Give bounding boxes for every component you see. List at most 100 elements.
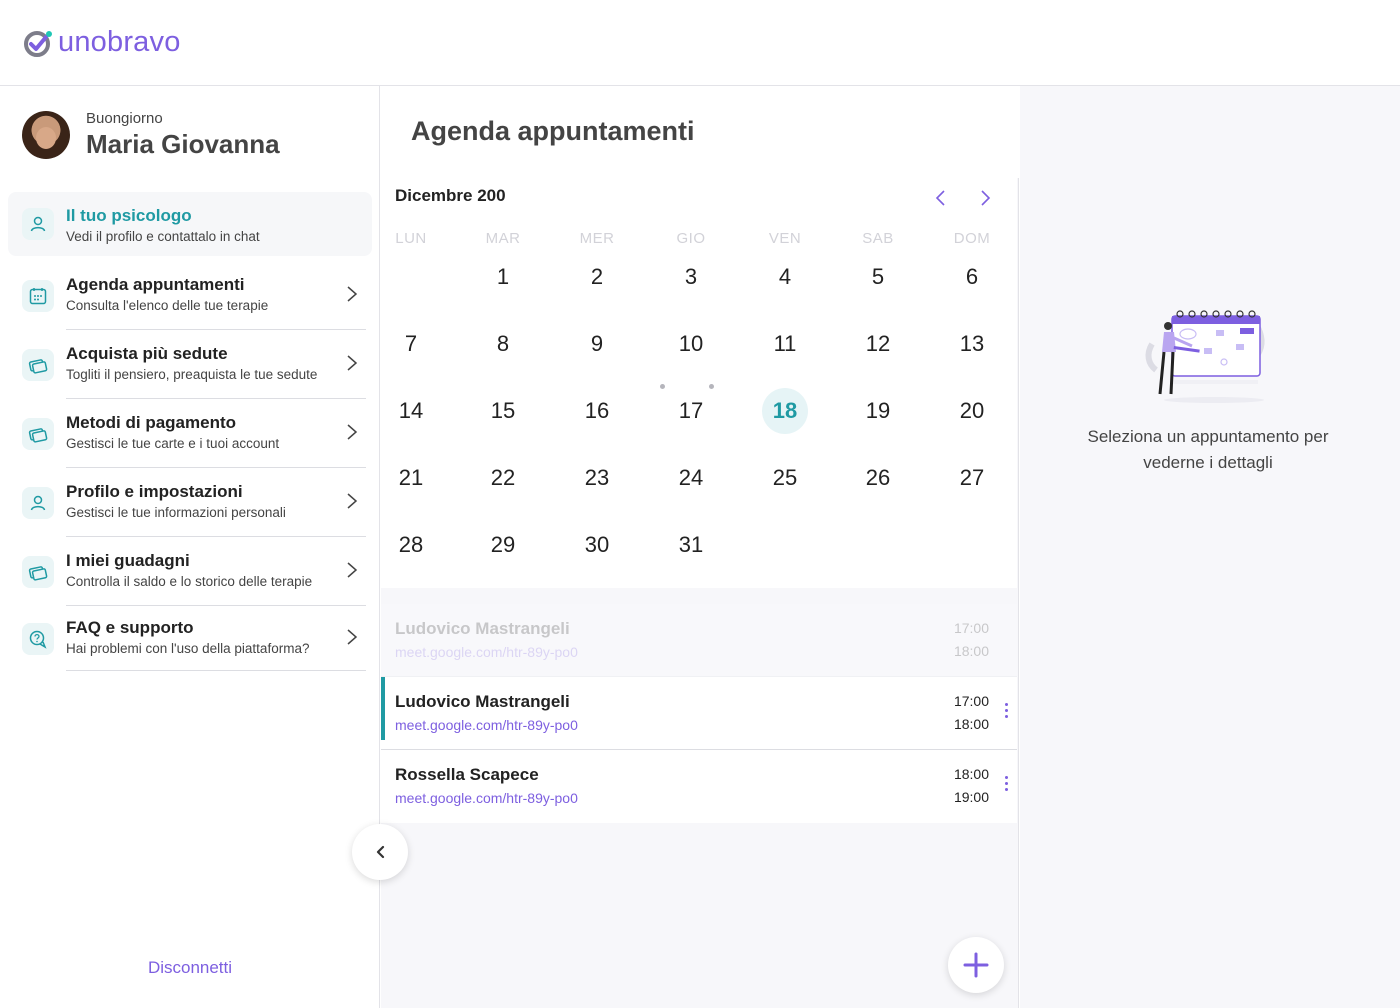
- avatar: [22, 111, 70, 159]
- logout-link[interactable]: Disconnetti: [0, 958, 380, 978]
- appointment-start-time: 17:00: [953, 693, 989, 709]
- sidebar-menu: Il tuo psicologo Vedi il profilo e conta…: [8, 192, 372, 671]
- appointment-end-time: 18:00: [953, 643, 989, 659]
- calendar-day-19[interactable]: 19: [855, 388, 901, 434]
- calendar-day-14[interactable]: 14: [388, 388, 434, 434]
- calendar-day-7[interactable]: 7: [388, 321, 434, 367]
- calendar-day-28[interactable]: 28: [388, 522, 434, 568]
- sidebar: Buongiorno Maria Giovanna Il tuo psicolo…: [0, 86, 380, 1008]
- calendar-day-20[interactable]: 20: [949, 388, 995, 434]
- calendar-day-17[interactable]: 17: [668, 388, 714, 434]
- appointment-item-selected[interactable]: Ludovico Mastrangeli meet.google.com/htr…: [381, 677, 1017, 750]
- sidebar-item-title: I miei guadagni: [66, 551, 190, 570]
- calendar-day-26[interactable]: 26: [855, 455, 901, 501]
- sidebar-item-guadagni[interactable]: I miei guadagni Controlla il saldo e lo …: [8, 537, 372, 606]
- sidebar-item-pagamento[interactable]: Metodi di pagamento Gestisci le tue cart…: [8, 399, 372, 468]
- weekday-label: MAR: [485, 230, 521, 247]
- appointment-link[interactable]: meet.google.com/htr-89y-po0: [395, 717, 578, 733]
- appointment-item[interactable]: Ludovico Mastrangeli meet.google.com/htr…: [381, 604, 1017, 677]
- appointment-link[interactable]: meet.google.com/htr-89y-po0: [395, 790, 578, 806]
- sidebar-item-subtitle: Gestisci le tue carte e i tuoi account: [66, 436, 280, 451]
- calendar-day-29[interactable]: 29: [480, 522, 526, 568]
- person-icon: [22, 486, 54, 519]
- sidebar-item-profilo[interactable]: Profilo e impostazioni Gestisci le tue i…: [8, 468, 372, 537]
- calendar: Dicembre 200 LUN MAR MER GIO VEN SAB DOM 12345…: [381, 178, 1017, 588]
- appointment-item[interactable]: Rossella Scapece meet.google.com/htr-89y…: [381, 750, 1017, 823]
- sidebar-item-title: FAQ e supporto: [66, 618, 194, 637]
- sidebar-item-subtitle: Controlla il saldo e lo storico delle te…: [66, 574, 313, 589]
- sidebar-item-faq[interactable]: FAQ e supporto Hai problemi con l'uso de…: [8, 606, 372, 671]
- weekday-label: MER: [579, 230, 615, 247]
- user-name: Maria Giovanna: [86, 129, 280, 159]
- calendar-day-25[interactable]: 25: [762, 455, 808, 501]
- calendar-day-1[interactable]: 1: [480, 254, 526, 300]
- brand-logo[interactable]: unobravo: [22, 26, 181, 59]
- calendar-day-11[interactable]: 11: [762, 321, 808, 367]
- appointment-start-time: 17:00: [953, 620, 989, 636]
- sidebar-item-agenda[interactable]: Agenda appuntamenti Consulta l'elenco de…: [8, 261, 372, 330]
- weekday-label: LUN: [395, 230, 427, 247]
- calendar-day-9[interactable]: 9: [574, 321, 620, 367]
- calendar-day-12[interactable]: 12: [855, 321, 901, 367]
- brand-name: unobravo: [58, 26, 181, 58]
- divider: [66, 670, 366, 671]
- event-dot: [709, 384, 714, 389]
- calendar-day-2[interactable]: 2: [574, 254, 620, 300]
- sidebar-item-acquista[interactable]: Acquista più sedute Togliti il pensiero,…: [8, 330, 372, 399]
- sidebar-item-psicologo[interactable]: Il tuo psicologo Vedi il profilo e conta…: [8, 192, 372, 256]
- cards-icon: [22, 555, 54, 588]
- chevron-right-icon: [347, 493, 358, 509]
- calendar-day-4[interactable]: 4: [762, 254, 808, 300]
- weekday-header: LUN MAR MER GIO VEN SAB DOM: [381, 230, 1017, 250]
- more-options-icon[interactable]: [1003, 776, 1009, 796]
- weekday-label: GIO: [676, 230, 706, 247]
- calendar-day-18[interactable]: 18: [762, 388, 808, 434]
- chevron-right-icon: [347, 286, 358, 302]
- sidebar-item-title: Il tuo psicologo: [66, 206, 192, 225]
- person-icon: [22, 208, 54, 240]
- weekday-label: SAB: [862, 230, 894, 247]
- weekday-label: VEN: [768, 230, 802, 247]
- support-icon: [22, 623, 54, 655]
- calendar-day-10[interactable]: 10: [668, 321, 714, 367]
- calendar-day-27[interactable]: 27: [949, 455, 995, 501]
- event-dot: [660, 384, 665, 389]
- calendar-day-16[interactable]: 16: [574, 388, 620, 434]
- sidebar-item-subtitle: Vedi il profilo e contattalo in chat: [66, 229, 260, 244]
- appointment-link[interactable]: meet.google.com/htr-89y-po0: [395, 644, 578, 660]
- calendar-day-22[interactable]: 22: [480, 455, 526, 501]
- more-options-icon[interactable]: [1003, 703, 1009, 723]
- calendar-illustration-icon: [1145, 310, 1265, 403]
- cards-icon: [22, 348, 54, 381]
- calendar-day-6[interactable]: 6: [949, 254, 995, 300]
- calendar-day-8[interactable]: 8: [480, 321, 526, 367]
- calendar-day-21[interactable]: 21: [388, 455, 434, 501]
- empty-state-message: Seleziona un appuntamento per vederne i …: [1087, 427, 1329, 472]
- calendar-day-5[interactable]: 5: [855, 254, 901, 300]
- weekday-label: DOM: [953, 230, 991, 247]
- greeting: Buongiorno: [86, 110, 163, 127]
- appointment-end-time: 18:00: [953, 716, 989, 732]
- sidebar-item-title: Acquista più sedute: [66, 344, 228, 363]
- next-month-button[interactable]: [977, 188, 993, 208]
- logo-check-icon: [24, 30, 52, 57]
- calendar-day-30[interactable]: 30: [574, 522, 620, 568]
- calendar-day-13[interactable]: 13: [949, 321, 995, 367]
- calendar-day-31[interactable]: 31: [668, 522, 714, 568]
- calendar-day-24[interactable]: 24: [668, 455, 714, 501]
- sidebar-item-title: Metodi di pagamento: [66, 413, 236, 432]
- sidebar-item-subtitle: Togliti il pensiero, preaquista le tue s…: [66, 367, 318, 382]
- calendar-day-15[interactable]: 15: [480, 388, 526, 434]
- sidebar-item-subtitle: Hai problemi con l'uso della piattaforma…: [66, 641, 310, 656]
- chevron-left-icon: [376, 845, 385, 859]
- add-appointment-button[interactable]: [948, 937, 1004, 993]
- calendar-day-23[interactable]: 23: [574, 455, 620, 501]
- calendar-day-3[interactable]: 3: [668, 254, 714, 300]
- sidebar-item-subtitle: Consulta l'elenco delle tue terapie: [66, 298, 269, 313]
- collapse-sidebar-button[interactable]: [352, 824, 408, 880]
- prev-month-button[interactable]: [933, 188, 949, 208]
- appointment-patient: Ludovico Mastrangeli: [395, 619, 570, 638]
- appointment-list: Ludovico Mastrangeli meet.google.com/htr…: [381, 604, 1017, 823]
- sidebar-item-subtitle: Gestisci le tue informazioni personali: [66, 505, 286, 520]
- appointment-detail-panel: Seleziona un appuntamento per vederne i …: [1020, 86, 1400, 1008]
